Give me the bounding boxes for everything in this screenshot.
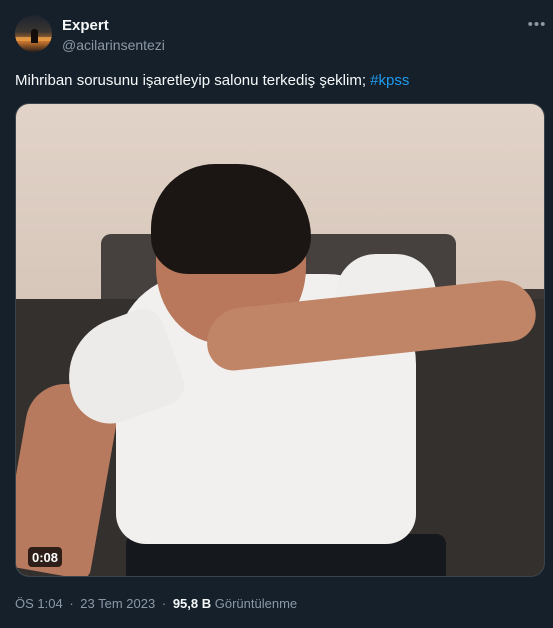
author-handle[interactable]: @acilarinsentezi: [62, 37, 165, 53]
hashtag-link[interactable]: #kpss: [370, 72, 409, 89]
meta-separator: ·: [161, 596, 167, 611]
views-label: Görüntülenme: [214, 596, 298, 611]
tweet-card[interactable]: Expert @acilarinsentezi ••• Mihriban sor…: [0, 0, 553, 628]
more-horizontal-icon: •••: [527, 15, 547, 33]
video-duration-badge: 0:08: [28, 547, 63, 567]
tweet-text: Mihriban sorusunu işaretleyip salonu ter…: [15, 72, 409, 89]
views-count[interactable]: 95,8 B: [173, 596, 211, 611]
author-name[interactable]: Expert: [62, 17, 109, 34]
more-options-button[interactable]: •••: [526, 13, 548, 35]
avatar-figure: [31, 29, 38, 43]
meta-separator: ·: [69, 596, 74, 611]
tweet-body: Mihriban sorusunu işaretleyip salonu ter…: [15, 72, 366, 89]
tweet-time[interactable]: ÖS 1:04: [15, 596, 63, 611]
avatar[interactable]: [15, 15, 52, 52]
tweet-date[interactable]: 23 Tem 2023: [80, 596, 155, 611]
video-player[interactable]: 0:08: [15, 103, 545, 577]
tweet-meta: ÖS 1:04 · 23 Tem 2023 · 95,8 B Görüntüle…: [15, 596, 297, 611]
